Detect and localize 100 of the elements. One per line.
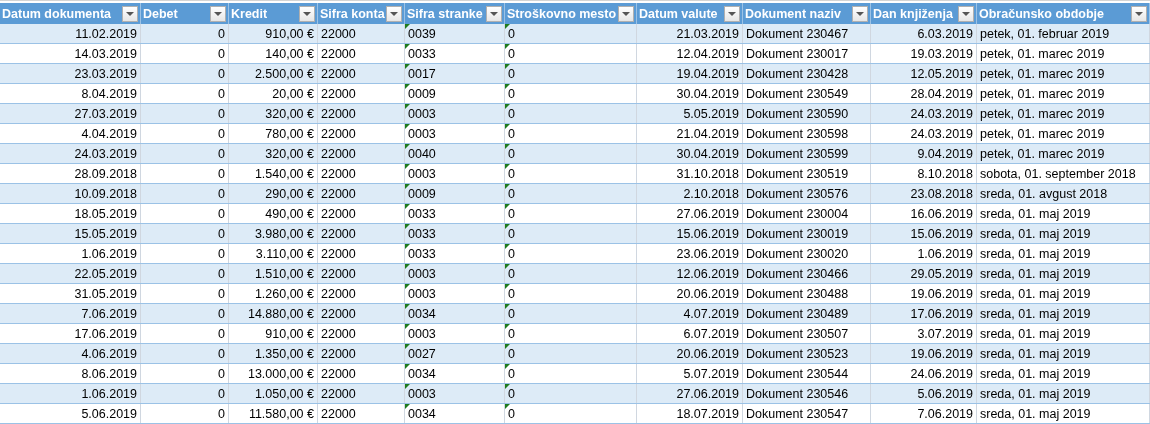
table-cell: 22000 [321,166,356,181]
table-cell: 22000 [321,246,356,261]
table-cell: 3.07.2019 [917,326,973,341]
column-header: Kredit [231,6,268,21]
table-cell: 14.880,00 € [247,306,314,321]
filter-button[interactable] [122,5,138,22]
table-cell: petek, 01. marec 2019 [980,86,1105,101]
table-cell: 0 [508,26,515,41]
filter-button[interactable] [210,5,226,22]
table-cell: 0 [508,346,515,361]
table-cell: 10.09.2018 [74,186,137,201]
table-cell: 1.06.2019 [81,386,137,401]
table-cell: 23.06.2019 [676,246,739,261]
table-cell: Dokument 230467 [746,26,849,41]
table-cell: sreda, 01. maj 2019 [980,406,1091,421]
table-cell: 1.06.2019 [81,246,137,261]
table-cell: 23.03.2019 [74,66,137,81]
table-cell: 7.06.2019 [81,306,137,321]
table-cell: 910,00 € [265,26,314,41]
table-cell: 0 [218,126,225,141]
table-cell: 31.05.2019 [74,286,137,301]
filter-button[interactable] [852,5,868,22]
table-cell: 18.07.2019 [676,406,739,421]
caret-icon [126,11,134,16]
table-cell: 8.04.2019 [81,86,137,101]
filter-button[interactable] [958,5,974,22]
table-cell: 0003 [408,106,436,121]
table-cell: 8.10.2018 [917,166,973,181]
filter-button[interactable] [486,5,502,22]
table-cell: 5.06.2019 [81,406,137,421]
table-cell: 0034 [408,406,436,421]
table-cell: 23.08.2018 [910,186,973,201]
column-header: Datum dokumenta [2,6,112,21]
table-cell: 16.06.2019 [910,206,973,221]
table-cell: 28.09.2018 [74,166,137,181]
table-cell: 0 [218,26,225,41]
table-cell: 22000 [321,406,356,421]
table-cell: 0 [508,326,515,341]
table-cell: 0 [218,286,225,301]
table-cell: 0 [508,386,515,401]
table-cell: 0034 [408,366,436,381]
table-cell: Dokument 230428 [746,66,849,81]
table-cell: 0 [508,226,515,241]
table-cell: 0 [218,386,225,401]
table-cell: 0034 [408,306,436,321]
table-cell: 0003 [408,126,436,141]
table-cell: Dokument 230544 [746,366,849,381]
table-cell: 22000 [321,226,356,241]
table-cell: 1.050,00 € [254,386,314,401]
table-cell: 12.04.2019 [676,46,739,61]
table-cell: 0 [218,406,225,421]
caret-icon [303,11,311,16]
table-cell: 0 [508,126,515,141]
table-cell: 140,00 € [265,46,314,61]
table-cell: 0033 [408,206,436,221]
table-cell: Dokument 230507 [746,326,849,341]
table-cell: Dokument 230598 [746,126,849,141]
table-cell: 1.540,00 € [254,166,314,181]
table-cell: 3.110,00 € [255,246,314,261]
filter-button[interactable] [618,5,634,22]
caret-icon [390,11,398,16]
filter-button[interactable] [386,5,402,22]
table-cell: sobota, 01. september 2018 [980,166,1136,181]
table-cell: 0 [508,146,515,161]
table-cell: 17.06.2019 [74,326,137,341]
filter-button[interactable] [299,5,315,22]
table-cell: 0 [508,166,515,181]
table-cell: 0033 [408,46,436,61]
table-cell: 1.510,00 € [254,266,314,281]
column-header: Dokument naziv [745,6,841,21]
table-cell: 4.07.2019 [683,306,739,321]
table-cell: 22000 [321,126,356,141]
filter-button[interactable] [724,5,740,22]
table-cell: 0 [508,286,515,301]
table-cell: 5.06.2019 [917,386,973,401]
table-cell: 6.03.2019 [917,26,973,41]
table-cell: Dokument 230519 [746,166,849,181]
caret-icon [214,11,222,16]
table-cell: 27.06.2019 [676,206,739,221]
table-cell: 24.03.2019 [910,126,973,141]
caret-icon [490,11,498,16]
table-cell: 19.06.2019 [910,346,973,361]
table-cell: 320,00 € [265,106,314,121]
table-cell: 22000 [321,346,356,361]
table-cell: 0 [508,186,515,201]
filter-button[interactable] [1131,5,1147,22]
table-cell: 22000 [321,306,356,321]
table-cell: 11.02.2019 [75,26,137,41]
table-cell: 30.04.2019 [676,86,739,101]
table-cell: Dokument 230523 [746,346,849,361]
table-cell: 0 [218,246,225,261]
table-cell: 15.05.2019 [74,226,137,241]
column-header: Sifra stranke [407,6,483,21]
table-cell: 20.06.2019 [676,346,739,361]
table-cell: 5.07.2019 [683,366,739,381]
table-cell: 0 [218,326,225,341]
column-header: Sifra konta [320,6,385,21]
table-cell: Dokument 230549 [746,86,849,101]
table-cell: sreda, 01. maj 2019 [980,246,1091,261]
table-cell: 1.260,00 € [254,286,314,301]
